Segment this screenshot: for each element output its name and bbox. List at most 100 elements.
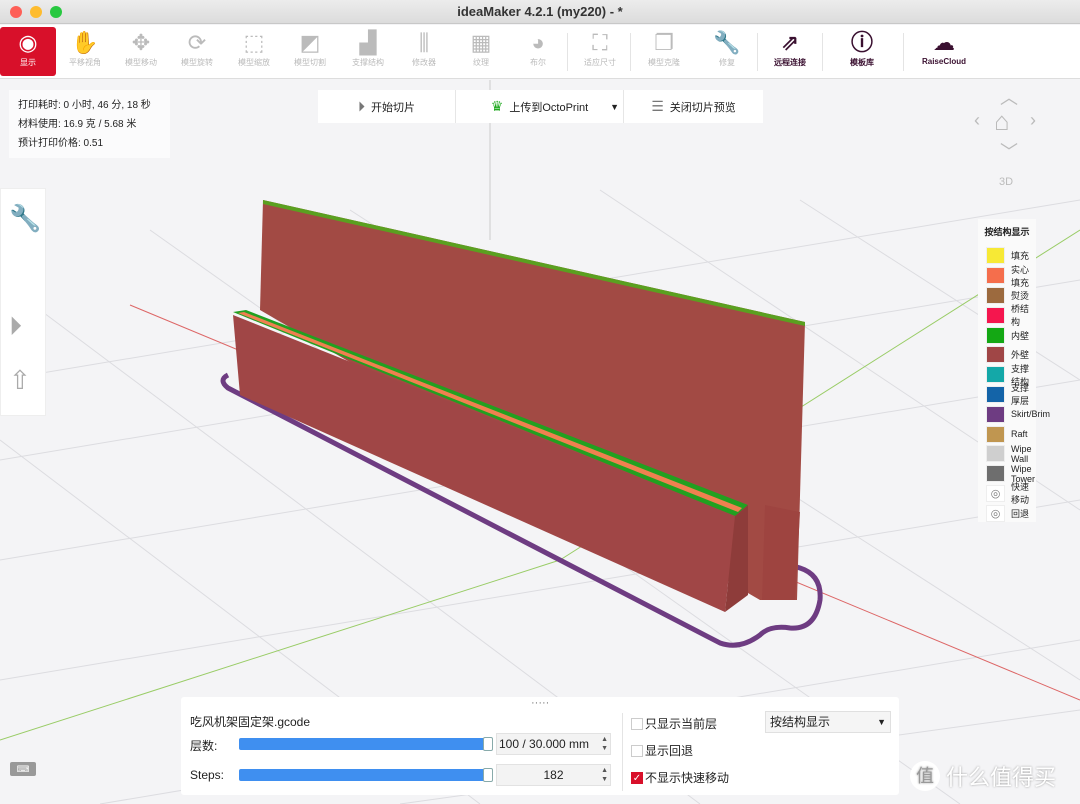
chevron-down-icon[interactable]: ﹀: [1000, 138, 1018, 164]
print-time: 打印耗时: 0 小时, 46 分, 18 秒: [18, 100, 151, 111]
chevron-left-icon[interactable]: ‹: [974, 110, 980, 131]
legend-item[interactable]: ◎ 回退: [978, 503, 1036, 523]
main-toolbar: ◉ 显示 ✋ 平移视角 ✥ 模型移动 ⟳ 模型旋转 ⬚ 模型缩放 ◩ 模型切割 ▟ 支撑结构 ⫼ 修改器 ▦ 纹理…: [0, 25, 1080, 79]
color-swatch[interactable]: [986, 346, 1005, 364]
legend-label: Raft: [1011, 429, 1028, 440]
upload-octoprint-button[interactable]: ♛ 上传到OctoPrint ▼: [456, 90, 624, 123]
chevron-right-icon[interactable]: ›: [1030, 110, 1036, 131]
color-swatch[interactable]: [986, 247, 1005, 265]
legend-item[interactable]: 内壁: [978, 325, 1036, 345]
remote-icon: ⇗: [780, 30, 800, 55]
eye-hidden-icon[interactable]: ◎: [986, 484, 1005, 502]
legend-item[interactable]: 支撑厚层: [978, 383, 1036, 406]
close-window-button[interactable]: [10, 6, 22, 18]
upload-icon[interactable]: ⇧: [9, 365, 31, 396]
color-swatch[interactable]: [986, 267, 1005, 285]
dropdown-arrow-icon[interactable]: ▼: [610, 102, 619, 112]
eye-hidden-icon[interactable]: ◎: [986, 504, 1005, 522]
legend-item[interactable]: Raft: [978, 424, 1036, 444]
toolbar-fit-size-button[interactable]: ⛶ 适应尺寸: [572, 27, 628, 76]
steps-label: Steps:: [190, 768, 225, 782]
toolbar-info-hex-button[interactable]: ⓘ 模板库: [834, 27, 890, 76]
color-swatch[interactable]: [986, 445, 1005, 463]
layers-spinbox[interactable]: 100 / 30.000 mm ▲ ▼: [496, 733, 611, 755]
toolbar-label: RaiseCloud: [921, 57, 966, 66]
slice-bar: ⏵ 开始切片 ♛ 上传到OctoPrint ▼ ☰ 关闭切片预览: [318, 90, 763, 123]
close-preview-button[interactable]: ☰ 关闭切片预览: [624, 90, 763, 123]
hand-icon: ✋: [71, 30, 99, 55]
home-icon[interactable]: ⌂: [994, 106, 1010, 137]
toolbar-cloud-button[interactable]: ☁ RaiseCloud: [915, 27, 973, 76]
toolbar-label: 远程连接: [774, 58, 806, 67]
hide-travel-checkbox[interactable]: ✓ 不显示快速移动: [631, 769, 729, 786]
octoprint-icon: ♛: [490, 98, 504, 114]
spin-arrows-icon[interactable]: ▲ ▼: [601, 735, 608, 753]
legend-item[interactable]: 桥结构: [978, 304, 1036, 327]
minimize-window-button[interactable]: [30, 6, 42, 18]
toolbar-clone-button[interactable]: ❐ 模型克隆: [636, 27, 692, 76]
window-controls: [10, 6, 62, 18]
toolbar-label: 模型缩放: [238, 58, 270, 67]
material-usage: 材料使用: 16.9 克 / 5.68 米: [18, 119, 137, 130]
cloud-icon: ☁: [933, 30, 955, 55]
color-swatch[interactable]: [986, 326, 1005, 344]
window-title: ideaMaker 4.2.1 (my220) - *: [457, 4, 623, 19]
slider-thumb[interactable]: [483, 768, 493, 782]
modifier-icon: ⫼: [418, 30, 430, 55]
wrench-icon[interactable]: 🔧: [9, 203, 41, 234]
layers-icon: ☰: [651, 98, 664, 114]
3d-view-button[interactable]: 3D: [999, 176, 1013, 188]
slider-thumb[interactable]: [483, 737, 493, 751]
layer-control-panel: ····· 吃风机架固定架.gcode 层数: 100 / 30.000 mm ▲…: [181, 697, 899, 795]
spin-arrows-icon[interactable]: ▲ ▼: [601, 766, 608, 784]
3d-viewport[interactable]: [0, 80, 1080, 804]
clone-icon: ❐: [654, 30, 674, 55]
color-swatch[interactable]: [986, 286, 1005, 304]
left-toolbar: 🔧 ⏵ ⇧: [0, 188, 46, 416]
toolbar-remote-button[interactable]: ⇗ 远程连接: [762, 27, 818, 76]
legend-item[interactable]: ◎ 快速移动: [978, 482, 1036, 505]
toolbar-rotate-button[interactable]: ⟳ 模型旋转: [169, 27, 225, 76]
toolbar-scale-button[interactable]: ⬚ 模型缩放: [226, 27, 282, 76]
show-retract-checkbox[interactable]: 显示回退: [631, 742, 693, 759]
only-current-layer-checkbox[interactable]: 只显示当前层: [631, 715, 717, 732]
start-slice-button[interactable]: ⏵ 开始切片: [318, 90, 456, 123]
toolbar-modifier-button[interactable]: ⫼ 修改器: [396, 27, 452, 76]
divider: [622, 713, 623, 791]
toolbar-separator: [567, 33, 568, 71]
toolbar-label: 布尔: [530, 58, 546, 67]
color-swatch[interactable]: [986, 306, 1005, 324]
toolbar-boolean-button[interactable]: ◕ 布尔: [510, 27, 566, 76]
keyboard-icon[interactable]: ⌨: [10, 762, 36, 776]
toolbar-cut-button[interactable]: ◩ 模型切割: [282, 27, 338, 76]
legend-label: 支撑厚层: [1011, 383, 1030, 407]
toolbar-support-button[interactable]: ▟ 支撑结构: [340, 27, 396, 76]
legend-item[interactable]: 实心填充: [978, 265, 1036, 288]
color-swatch[interactable]: [986, 385, 1005, 403]
display-mode-select[interactable]: 按结构显示 ▼: [765, 711, 891, 733]
toolbar-separator: [757, 33, 758, 71]
layers-slider[interactable]: [239, 737, 493, 751]
zoom-window-button[interactable]: [50, 6, 62, 18]
legend-label: 回退: [1011, 508, 1030, 519]
toolbar-move-button[interactable]: ✥ 模型移动: [113, 27, 169, 76]
toolbar-label: 模型切割: [294, 58, 326, 67]
color-swatch[interactable]: [986, 465, 1005, 483]
toolbar-label: 模型移动: [125, 58, 157, 67]
color-swatch[interactable]: [986, 405, 1005, 423]
legend-item[interactable]: Wipe Wall: [978, 444, 1036, 464]
color-swatch[interactable]: [986, 366, 1005, 384]
title-bar: ideaMaker 4.2.1 (my220) - *: [0, 0, 1080, 24]
toolbar-eye-button[interactable]: ◉ 显示: [0, 27, 56, 76]
toolbar-hand-button[interactable]: ✋ 平移视角: [57, 27, 113, 76]
steps-slider[interactable]: [239, 768, 493, 782]
color-swatch[interactable]: [986, 425, 1005, 443]
play-circle-icon[interactable]: ⏵: [9, 311, 22, 343]
toolbar-repair-button[interactable]: 🔧 修复: [699, 27, 755, 76]
legend-label: 内壁: [1011, 330, 1030, 341]
toolbar-texture-button[interactable]: ▦ 纹理: [453, 27, 509, 76]
steps-spinbox[interactable]: 182 ▲ ▼: [496, 764, 611, 786]
drag-handle[interactable]: ·····: [531, 697, 549, 709]
move-icon: ✥: [131, 30, 151, 55]
legend-label: Wipe Wall: [1011, 443, 1032, 464]
